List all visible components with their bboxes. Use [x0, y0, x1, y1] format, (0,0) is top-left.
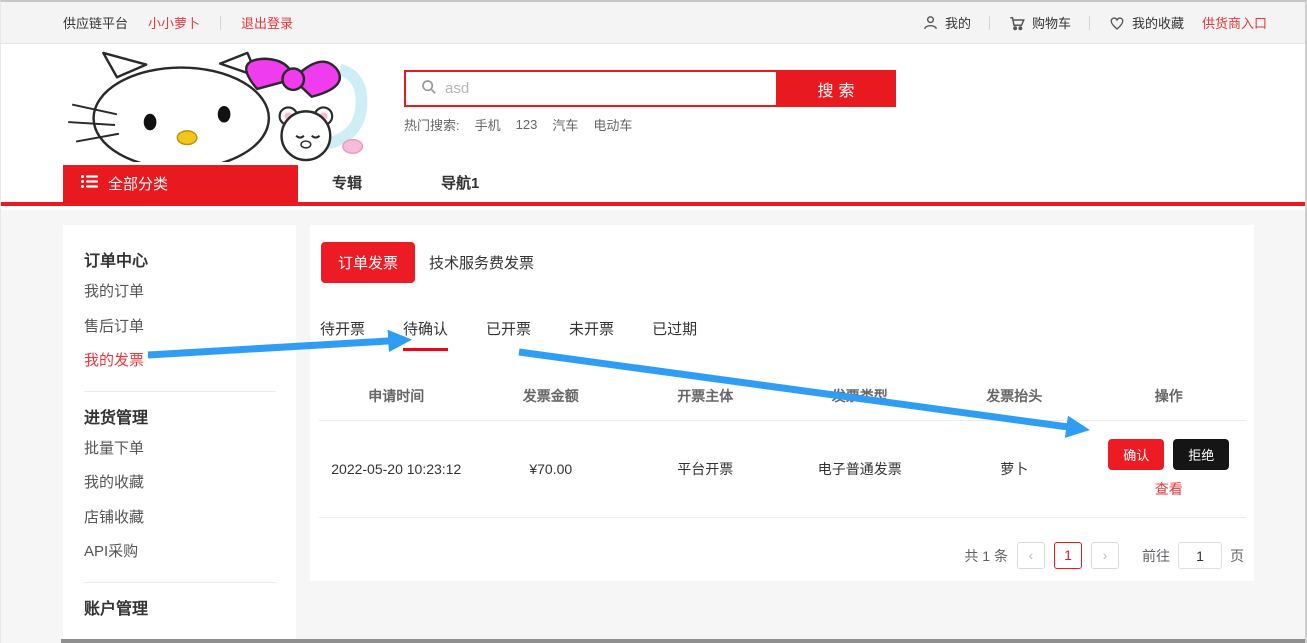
search-input[interactable] — [445, 80, 776, 97]
next-page-button[interactable]: › — [1091, 542, 1119, 569]
sidebar-group-account: 账户管理 — [84, 595, 296, 619]
cell-invoice-title: 萝卜 — [937, 459, 1092, 479]
sidebar: 订单中心 我的订单 售后订单 我的发票 进货管理 批量下单 我的收藏 店铺收藏 … — [63, 225, 296, 643]
sidebar-item-my-invoices[interactable]: 我的发票 — [84, 344, 296, 379]
pagination: 共 1 条 ‹ 1 › 前往 页 — [319, 542, 1244, 569]
invoice-table: 申请时间 发票金额 开票主体 发票类型 发票抬头 操作 2022-05-20 1… — [319, 374, 1246, 518]
divider — [84, 582, 276, 583]
content-area: 订单中心 我的订单 售后订单 我的发票 进货管理 批量下单 我的收藏 店铺收藏 … — [1, 210, 1305, 643]
invoice-status-tabs: 待开票 待确认 已开票 未开票 已过期 — [320, 318, 1246, 351]
supplier-entry-link[interactable]: 供货商入口 — [1202, 13, 1267, 32]
header: 搜索 热门搜索: 手机 123 汽车 电动车 — [1, 45, 1305, 165]
sidebar-item-shop-favorites[interactable]: 店铺收藏 — [84, 501, 296, 536]
divider — [1089, 16, 1090, 30]
hot-search-item[interactable]: 手机 — [475, 115, 501, 134]
reject-button[interactable]: 拒绝 — [1173, 439, 1229, 470]
hot-search-item[interactable]: 电动车 — [593, 115, 632, 134]
col-issuer: 开票主体 — [628, 386, 783, 406]
view-link[interactable]: 查看 — [1155, 479, 1183, 499]
page-1-button[interactable]: 1 — [1054, 542, 1082, 569]
col-invoice-type: 发票类型 — [783, 386, 938, 406]
cart-label: 购物车 — [1032, 13, 1071, 32]
search-button[interactable]: 搜索 — [776, 70, 896, 107]
my-account-label: 我的 — [945, 13, 971, 32]
col-invoice-title: 发票抬头 — [937, 386, 1092, 406]
logout-link[interactable]: 退出登录 — [241, 13, 293, 32]
page: 供应链平台 小小萝卜 退出登录 我的 购物车 我的收藏 供货商入口 — [0, 0, 1307, 643]
horizontal-scrollbar[interactable] — [61, 639, 1305, 643]
action-buttons: 确认 拒绝 — [1108, 439, 1229, 470]
page-suffix-label: 页 — [1230, 546, 1244, 566]
tab-tech-service-invoice[interactable]: 技术服务费发票 — [429, 252, 534, 273]
table-row: 2022-05-20 10:23:12 ¥70.00 平台开票 电子普通发票 萝… — [319, 421, 1246, 518]
divider — [989, 16, 990, 30]
sidebar-item-api-purchase[interactable]: API采购 — [84, 535, 296, 570]
tab-issued[interactable]: 已开票 — [486, 318, 531, 351]
nav-item-nav1[interactable]: 导航1 — [441, 165, 479, 202]
hot-search-label: 热门搜索: — [404, 115, 460, 134]
hot-search-row: 热门搜索: 手机 123 汽车 电动车 — [404, 115, 632, 134]
site-logo[interactable] — [63, 50, 391, 162]
hot-search-item[interactable]: 汽车 — [552, 115, 578, 134]
platform-title: 供应链平台 — [63, 13, 128, 32]
search-bar: 搜索 — [404, 70, 896, 107]
total-count-label: 共 1 条 — [964, 546, 1008, 566]
tab-not-issued[interactable]: 未开票 — [569, 318, 614, 351]
cell-issuer: 平台开票 — [628, 459, 783, 479]
sidebar-item-my-orders[interactable]: 我的订单 — [84, 275, 296, 310]
cell-invoice-type: 电子普通发票 — [783, 459, 938, 479]
invoice-panel: 订单发票 技术服务费发票 待开票 待确认 已开票 未开票 已过期 申请时间 发票… — [310, 225, 1254, 581]
topbar: 供应链平台 小小萝卜 退出登录 我的 购物车 我的收藏 供货商入口 — [1, 2, 1305, 44]
username-link[interactable]: 小小萝卜 — [148, 13, 200, 32]
cell-actions: 确认 拒绝 查看 — [1092, 439, 1247, 499]
tab-pending-confirm[interactable]: 待确认 — [403, 318, 448, 351]
tab-expired[interactable]: 已过期 — [652, 318, 697, 351]
favorites-link[interactable]: 我的收藏 — [1108, 13, 1184, 32]
sidebar-item-bulk-order[interactable]: 批量下单 — [84, 432, 296, 467]
sidebar-group-order-center: 订单中心 — [84, 247, 296, 271]
invoice-type-tabs: 订单发票 技术服务费发票 — [321, 242, 1246, 283]
tab-pending-issue[interactable]: 待开票 — [320, 318, 365, 351]
sidebar-item-aftersale-orders[interactable]: 售后订单 — [84, 310, 296, 345]
cart-icon — [1008, 14, 1026, 32]
all-categories-button[interactable]: 全部分类 — [63, 165, 298, 202]
divider — [220, 16, 221, 30]
cart-link[interactable]: 购物车 — [1008, 13, 1071, 32]
goto-label: 前往 — [1142, 546, 1170, 566]
col-actions: 操作 — [1092, 386, 1247, 406]
cat-logo-image — [63, 50, 391, 162]
goto-page-input[interactable] — [1178, 542, 1222, 569]
col-amount: 发票金额 — [474, 386, 629, 406]
nav-item-album[interactable]: 专辑 — [332, 165, 362, 202]
col-apply-time: 申请时间 — [319, 386, 474, 406]
favorites-label: 我的收藏 — [1132, 13, 1184, 32]
goto-page-group: 前往 页 — [1142, 542, 1244, 569]
heart-icon — [1108, 14, 1126, 32]
hot-search-item[interactable]: 123 — [516, 117, 538, 132]
my-account-link[interactable]: 我的 — [922, 13, 971, 32]
search-box — [404, 70, 776, 107]
user-icon — [922, 14, 939, 31]
search-icon — [420, 78, 437, 100]
tab-order-invoice[interactable]: 订单发票 — [321, 242, 415, 283]
prev-page-button[interactable]: ‹ — [1017, 542, 1045, 569]
all-categories-label: 全部分类 — [108, 173, 168, 194]
sidebar-group-purchase: 进货管理 — [84, 404, 296, 428]
table-header: 申请时间 发票金额 开票主体 发票类型 发票抬头 操作 — [319, 374, 1246, 421]
main-nav: 全部分类 专辑 导航1 — [1, 165, 1305, 206]
confirm-button[interactable]: 确认 — [1108, 439, 1164, 470]
category-list-icon — [81, 175, 98, 192]
cell-apply-time: 2022-05-20 10:23:12 — [319, 461, 474, 477]
cell-amount: ¥70.00 — [474, 461, 629, 477]
divider — [84, 391, 276, 392]
sidebar-item-my-favorites[interactable]: 我的收藏 — [84, 466, 296, 501]
